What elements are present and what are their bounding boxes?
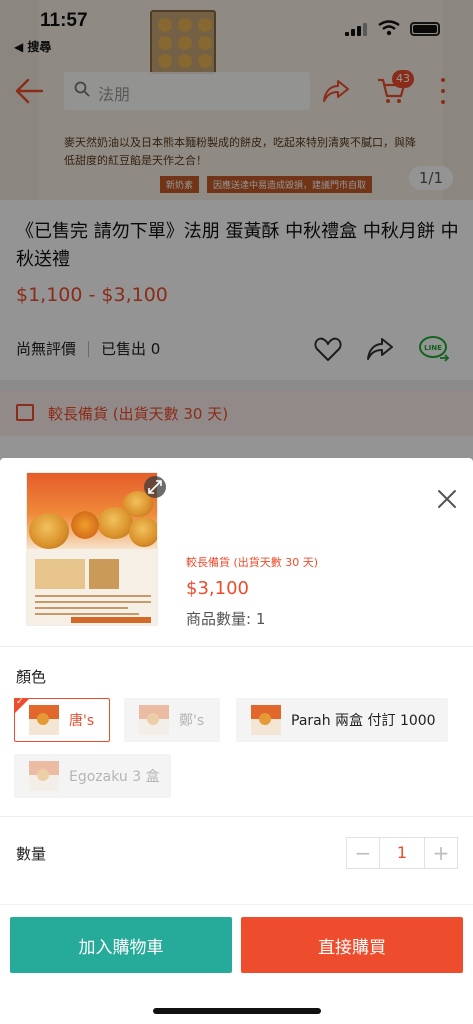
option-thumbnail bbox=[139, 705, 169, 735]
close-icon[interactable] bbox=[436, 488, 458, 510]
sheet-preorder-text: 較長備貨 (出貨天數 30 天) bbox=[186, 556, 319, 569]
home-indicator[interactable] bbox=[153, 1008, 321, 1014]
home-indicator-area bbox=[0, 982, 473, 1024]
option-parah[interactable]: Parah 兩盒 付訂 1000 bbox=[236, 698, 448, 742]
option-thumbnail bbox=[251, 705, 281, 735]
divider bbox=[0, 904, 473, 905]
option-thumbnail bbox=[29, 761, 59, 791]
divider bbox=[0, 646, 473, 647]
stock-quantity: 商品數量: 1 bbox=[186, 610, 266, 628]
color-label: 顏色 bbox=[16, 668, 47, 686]
option-egozaku[interactable]: Egozaku 3 盒 bbox=[14, 754, 171, 798]
option-label: 唐's bbox=[69, 713, 95, 729]
selected-variant-image[interactable] bbox=[26, 472, 158, 626]
option-label: Egozaku 3 盒 bbox=[69, 769, 160, 785]
quantity-stepper: − 1 + bbox=[346, 837, 458, 869]
option-tang[interactable]: ✓ 唐's bbox=[14, 697, 110, 742]
sheet-price: $3,100 bbox=[186, 578, 249, 599]
option-zheng[interactable]: 鄭's bbox=[124, 698, 220, 742]
increase-button[interactable]: + bbox=[425, 838, 457, 868]
option-label: 鄭's bbox=[179, 713, 205, 729]
add-to-cart-button[interactable]: 加入購物車 bbox=[10, 917, 232, 973]
quantity-input[interactable]: 1 bbox=[379, 838, 425, 868]
divider bbox=[0, 816, 473, 817]
checkmark-icon: ✓ bbox=[16, 697, 24, 707]
option-thumbnail bbox=[29, 705, 59, 735]
variant-selection-sheet: 較長備貨 (出貨天數 30 天) $3,100 商品數量: 1 顏色 ✓ 唐's… bbox=[0, 458, 473, 982]
expand-image-icon[interactable] bbox=[144, 476, 166, 498]
option-label: Parah 兩盒 付訂 1000 bbox=[291, 713, 436, 729]
quantity-label: 數量 bbox=[16, 845, 47, 863]
decrease-button[interactable]: − bbox=[347, 838, 379, 868]
buy-now-button[interactable]: 直接購買 bbox=[241, 917, 463, 973]
